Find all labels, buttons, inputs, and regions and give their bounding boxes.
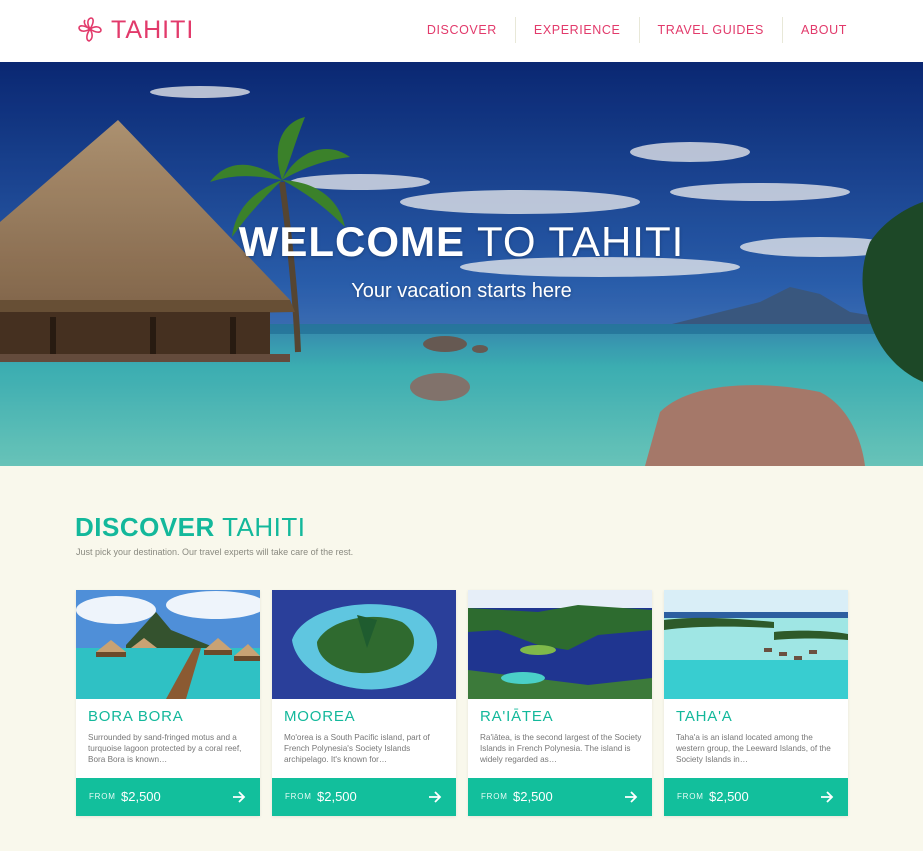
card-price-bar[interactable]: FROM $2,500 <box>468 778 652 816</box>
hero-banner: WELCOME TO TAHITI Your vacation starts h… <box>0 62 923 466</box>
card-title: BORA BORA <box>88 708 184 725</box>
moorea-image <box>272 590 456 699</box>
card-title: TAHA'A <box>676 708 733 725</box>
plumeria-flower-icon <box>78 17 102 42</box>
destination-cards: BORA BORA Surrounded by sand-fringed mot… <box>76 590 848 816</box>
price-value: $2,500 <box>121 789 161 804</box>
arrow-right-icon[interactable] <box>623 789 639 805</box>
card-description: Mo'orea is a South Pacific island, part … <box>284 733 430 764</box>
price-value: $2,500 <box>317 789 357 804</box>
nav-about[interactable]: ABOUT <box>781 17 847 43</box>
price-value: $2,500 <box>709 789 749 804</box>
card-description: Surrounded by sand-fringed motus and a t… <box>88 733 242 764</box>
card-description: Taha'a is an island located among the we… <box>676 733 831 764</box>
card-description: Ra'iātea, is the second largest of the S… <box>480 733 642 764</box>
from-label: FROM <box>89 792 116 801</box>
card-price-bar[interactable]: FROM $2,500 <box>76 778 260 816</box>
tahaa-image <box>664 590 848 699</box>
from-label: FROM <box>481 792 508 801</box>
discover-title: DISCOVER TAHITI <box>75 512 305 543</box>
nav-travel-guides[interactable]: TRAVEL GUIDES <box>638 17 782 43</box>
destination-card-tahaa[interactable]: TAHA'A Taha'a is an island located among… <box>664 590 848 816</box>
discover-subtitle: Just pick your destination. Our travel e… <box>76 547 354 557</box>
card-price-bar[interactable]: FROM $2,500 <box>272 778 456 816</box>
from-label: FROM <box>285 792 312 801</box>
discover-title-bold: DISCOVER <box>75 512 215 542</box>
arrow-right-icon[interactable] <box>231 789 247 805</box>
site-header: TAHITI DISCOVER EXPERIENCE TRAVEL GUIDES… <box>0 0 923 62</box>
destination-card-bora-bora[interactable]: BORA BORA Surrounded by sand-fringed mot… <box>76 590 260 816</box>
destination-card-raiatea[interactable]: RA'IĀTEA Ra'iātea, is the second largest… <box>468 590 652 816</box>
from-label: FROM <box>677 792 704 801</box>
arrow-right-icon[interactable] <box>819 789 835 805</box>
arrow-right-icon[interactable] <box>427 789 443 805</box>
card-title: RA'IĀTEA <box>480 708 554 725</box>
discover-title-light: TAHITI <box>222 512 306 542</box>
brand-name: TAHITI <box>111 15 195 44</box>
bora-bora-image <box>76 590 260 699</box>
brand-logo[interactable]: TAHITI <box>75 14 194 46</box>
hero-subtitle: Your vacation starts here <box>351 280 572 302</box>
card-price-bar[interactable]: FROM $2,500 <box>664 778 848 816</box>
raiatea-image <box>468 590 652 699</box>
hero-title-light: TO TAHITI <box>476 218 685 265</box>
nav-discover[interactable]: DISCOVER <box>409 17 515 43</box>
card-title: MOOREA <box>284 708 356 725</box>
main-nav: DISCOVER EXPERIENCE TRAVEL GUIDES ABOUT <box>409 17 847 43</box>
hero-title: WELCOME TO TAHITI <box>0 218 923 266</box>
nav-experience[interactable]: EXPERIENCE <box>514 17 639 43</box>
price-value: $2,500 <box>513 789 553 804</box>
hero-title-bold: WELCOME <box>238 218 466 265</box>
destination-card-moorea[interactable]: MOOREA Mo'orea is a South Pacific island… <box>272 590 456 816</box>
